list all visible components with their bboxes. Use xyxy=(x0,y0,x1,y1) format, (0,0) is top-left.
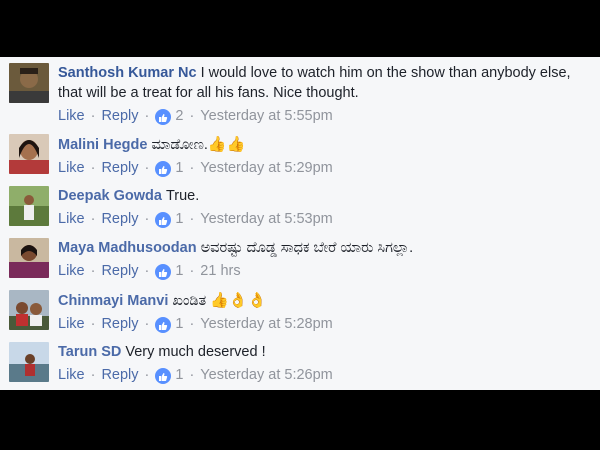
separator-dot: · xyxy=(189,263,195,279)
avatar[interactable] xyxy=(9,238,49,278)
comment-body: Malini Hegde ಮಾಡೋಣ.👍👍 Like · Reply · 1 · Yester… xyxy=(58,134,586,178)
timestamp[interactable]: Yesterday at 5:29pm xyxy=(200,160,332,176)
comment-body: Deepak Gowda True. Like · Reply · 1 · Yesterday… xyxy=(58,186,586,229)
thumbs-up-icon[interactable] xyxy=(155,368,172,384)
reply-link[interactable]: Reply xyxy=(101,108,138,124)
separator-dot: · xyxy=(144,108,150,124)
comment-author[interactable]: Chinmayi Manvi xyxy=(58,293,168,309)
comment-body: Chinmayi Manvi ಖಂಡಿತ 👍👌👌 Like · Reply · 1 · Yes… xyxy=(58,290,586,334)
separator-dot: · xyxy=(144,367,150,383)
separator-dot: · xyxy=(189,160,195,176)
separator-dot: · xyxy=(189,367,195,383)
avatar[interactable] xyxy=(9,290,49,330)
reply-link[interactable]: Reply xyxy=(101,316,138,332)
separator-dot: · xyxy=(90,108,96,124)
reaction-count[interactable]: 1 xyxy=(175,160,183,176)
comment-actions: Like · Reply · 1 · Yesterday at 5:28pm xyxy=(58,314,586,334)
comment-author[interactable]: Santhosh Kumar Nc xyxy=(58,65,197,81)
like-link[interactable]: Like xyxy=(58,367,85,383)
comment-body: Santhosh Kumar Nc I would love to watch h… xyxy=(58,63,586,126)
reply-link[interactable]: Reply xyxy=(101,367,138,383)
like-link[interactable]: Like xyxy=(58,263,85,279)
thumbs-up-icon[interactable] xyxy=(155,264,172,280)
comment-author[interactable]: Maya Madhusoodan xyxy=(58,240,197,256)
separator-dot: · xyxy=(189,316,195,332)
emoji-reaction: 👍👍 xyxy=(207,135,246,153)
comment-author[interactable]: Deepak Gowda xyxy=(58,188,162,204)
avatar[interactable] xyxy=(9,342,49,382)
comment-text: True. xyxy=(165,188,200,204)
separator-dot: · xyxy=(189,108,195,124)
separator-dot: · xyxy=(90,160,96,176)
thumbs-up-icon[interactable] xyxy=(155,317,172,333)
timestamp[interactable]: Yesterday at 5:26pm xyxy=(200,367,332,383)
comment-body: Maya Madhusoodan ಅವರಷ್ಟು ದೊಡ್ಡ ಸಾಧಕ ಬೇರೆ … xyxy=(58,238,586,281)
avatar[interactable] xyxy=(9,63,49,103)
comment-actions: Like · Reply · 1 · Yesterday at 5:53pm xyxy=(58,209,586,229)
timestamp[interactable]: Yesterday at 5:28pm xyxy=(200,316,332,332)
thumbs-up-icon[interactable] xyxy=(155,161,172,177)
comment-text: ಮಾಡೋಣ. xyxy=(151,137,208,153)
reaction-count[interactable]: 2 xyxy=(175,108,183,124)
thumbs-up-icon[interactable] xyxy=(155,212,172,228)
separator-dot: · xyxy=(144,160,150,176)
comments-panel: Santhosh Kumar Nc I would love to watch h… xyxy=(0,57,600,390)
separator-dot: · xyxy=(144,211,150,227)
reply-link[interactable]: Reply xyxy=(101,160,138,176)
comment-body: Tarun SD Very much deserved ! Like · Reply ·… xyxy=(58,342,586,385)
comment-text: Very much deserved ! xyxy=(125,344,266,360)
separator-dot: · xyxy=(90,211,96,227)
separator-dot: · xyxy=(144,263,150,279)
timestamp[interactable]: 21 hrs xyxy=(200,263,240,279)
like-link[interactable]: Like xyxy=(58,316,85,332)
reaction-count[interactable]: 1 xyxy=(175,367,183,383)
like-link[interactable]: Like xyxy=(58,211,85,227)
timestamp[interactable]: Yesterday at 5:55pm xyxy=(200,108,332,124)
comment-text: ಅವರಷ್ಟು ದೊಡ್ಡ ಸಾಧಕ ಬೇರೆ ಯಾರು ಸಿಗಲ್ಲಾ. xyxy=(200,240,414,256)
like-link[interactable]: Like xyxy=(58,108,85,124)
comment-text: ಖಂಡಿತ xyxy=(172,293,207,309)
comment-author[interactable]: Malini Hegde xyxy=(58,137,147,153)
comment-author[interactable]: Tarun SD xyxy=(58,344,121,360)
separator-dot: · xyxy=(90,316,96,332)
avatar[interactable] xyxy=(9,186,49,226)
like-link[interactable]: Like xyxy=(58,160,85,176)
reaction-count[interactable]: 1 xyxy=(175,211,183,227)
reaction-count[interactable]: 1 xyxy=(175,263,183,279)
comment-actions: Like · Reply · 1 · 21 hrs xyxy=(58,261,586,281)
comment-actions: Like · Reply · 2 · Yesterday at 5:55pm xyxy=(58,106,586,126)
comment-actions: Like · Reply · 1 · Yesterday at 5:26pm xyxy=(58,365,586,385)
comment-actions: Like · Reply · 1 · Yesterday at 5:29pm xyxy=(58,158,586,178)
thumbs-up-icon[interactable] xyxy=(155,109,172,125)
reply-link[interactable]: Reply xyxy=(101,263,138,279)
separator-dot: · xyxy=(90,367,96,383)
separator-dot: · xyxy=(189,211,195,227)
emoji-reaction: 👍👌👌 xyxy=(210,291,267,309)
timestamp[interactable]: Yesterday at 5:53pm xyxy=(200,211,332,227)
reply-link[interactable]: Reply xyxy=(101,211,138,227)
separator-dot: · xyxy=(90,263,96,279)
reaction-count[interactable]: 1 xyxy=(175,316,183,332)
avatar[interactable] xyxy=(9,134,49,174)
separator-dot: · xyxy=(144,316,150,332)
